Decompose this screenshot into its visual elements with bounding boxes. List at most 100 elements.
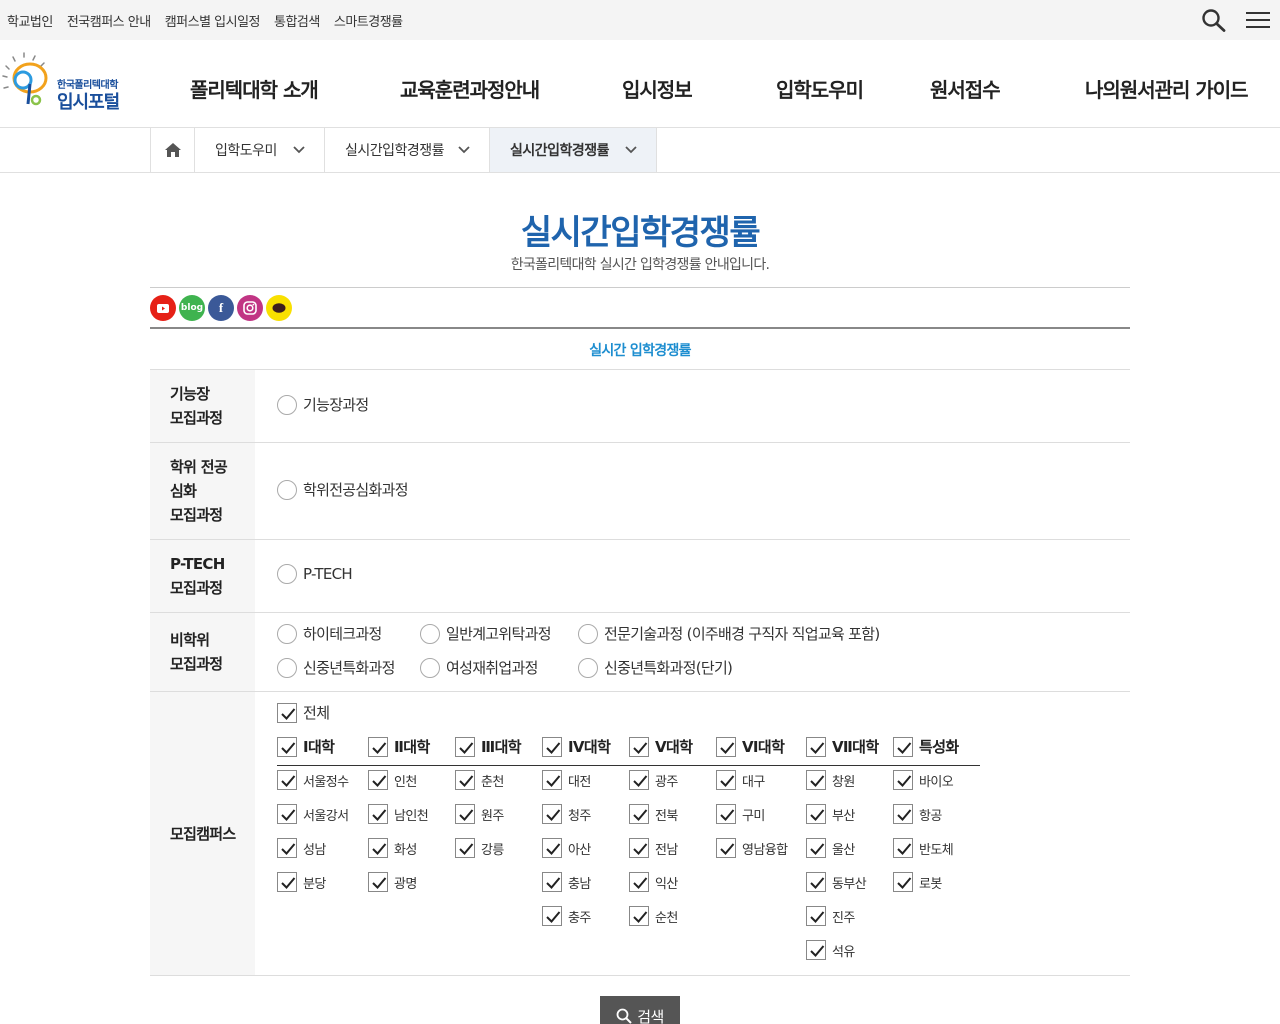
- checkbox-checked-icon: [368, 736, 388, 757]
- checkbox-all-campus[interactable]: 전체: [277, 702, 330, 723]
- checkbox-campus[interactable]: 익산: [629, 872, 678, 892]
- checkbox-campus[interactable]: 진주: [806, 906, 855, 926]
- radio-hightech[interactable]: 하이테크과정: [277, 623, 382, 644]
- checkbox-campus[interactable]: 대전: [542, 770, 591, 790]
- checkbox-campus[interactable]: 광주: [629, 770, 678, 790]
- checkbox-group-5[interactable]: Ⅴ대학: [629, 736, 693, 757]
- radio-master-course[interactable]: 기능장과정: [277, 394, 369, 415]
- checkbox-campus-label: 서울정수: [303, 774, 349, 790]
- checkbox-campus[interactable]: 화성: [368, 838, 417, 858]
- checkbox-campus[interactable]: 전남: [629, 838, 678, 858]
- radio-midlife-short[interactable]: 신중년특화과정(단기): [578, 657, 733, 678]
- checkbox-campus[interactable]: 청주: [542, 804, 591, 824]
- checkbox-campus[interactable]: 서울정수: [277, 770, 349, 790]
- checkbox-campus[interactable]: 부산: [806, 804, 855, 824]
- gnb-application[interactable]: 원서접수: [930, 74, 1001, 103]
- top-link-campus-guide[interactable]: 전국캠퍼스 안내: [67, 11, 151, 30]
- checkbox-campus[interactable]: 전북: [629, 804, 678, 824]
- checkbox-checked-icon: [368, 838, 388, 858]
- checkbox-campus[interactable]: 강릉: [455, 838, 504, 858]
- checkbox-group-6[interactable]: Ⅵ대학: [716, 736, 785, 757]
- search-icon[interactable]: [1201, 8, 1227, 32]
- checkbox-campus[interactable]: 광명: [368, 872, 417, 892]
- form-row-nondegree: 비학위 모집과정 하이테크과정 일반계고위탁과정 전문기술과정 (이주배경 구직자…: [150, 613, 1130, 692]
- checkbox-campus[interactable]: 대구: [716, 770, 765, 790]
- checkbox-campus[interactable]: 항공: [893, 804, 942, 824]
- radio-circle: [277, 394, 297, 415]
- checkbox-campus[interactable]: 아산: [542, 838, 591, 858]
- checkbox-campus-label: 광명: [394, 876, 417, 892]
- breadcrumb-depth2[interactable]: 실시간입학경쟁률: [325, 128, 490, 172]
- blog-icon-label: blog: [180, 303, 204, 313]
- checkbox-campus-label: 울산: [832, 842, 855, 858]
- form-row-ptech: P-TECH 모집과정 P-TECH: [150, 540, 1130, 613]
- checkbox-group-7[interactable]: Ⅶ대학: [806, 736, 879, 757]
- gnb-admission-info[interactable]: 입시정보: [622, 74, 693, 103]
- top-link-foundation[interactable]: 학교법인: [7, 11, 53, 30]
- checkbox-campus[interactable]: 구미: [716, 804, 765, 824]
- breadcrumb-depth3[interactable]: 실시간입학경쟁률: [490, 128, 657, 172]
- checkbox-group-2[interactable]: Ⅱ대학: [368, 736, 430, 757]
- checkbox-group-4[interactable]: Ⅳ대학: [542, 736, 611, 757]
- top-link-integrated-search[interactable]: 통합검색: [274, 11, 320, 30]
- checkbox-checked-icon: [277, 770, 297, 790]
- checkbox-campus[interactable]: 원주: [455, 804, 504, 824]
- checkbox-campus[interactable]: 남인천: [368, 804, 429, 824]
- facebook-icon[interactable]: f: [208, 295, 234, 321]
- top-link-smart-rate[interactable]: 스마트경쟁률: [334, 11, 403, 30]
- top-link-campus-schedule[interactable]: 캠퍼스별 입시일정: [165, 11, 261, 30]
- checkbox-campus[interactable]: 울산: [806, 838, 855, 858]
- gnb-courses[interactable]: 교육훈련과정안내: [400, 74, 540, 103]
- site-logo[interactable]: 한국폴리텍대학 입시포털: [0, 48, 130, 114]
- breadcrumb-depth1[interactable]: 입학도우미: [195, 128, 325, 172]
- home-button[interactable]: [150, 128, 195, 172]
- blog-icon[interactable]: blog: [179, 295, 205, 321]
- checkbox-checked-icon: [455, 838, 475, 858]
- instagram-icon[interactable]: [237, 295, 263, 321]
- checkbox-campus[interactable]: 반도체: [893, 838, 954, 858]
- checkbox-campus[interactable]: 동부산: [806, 872, 867, 892]
- radio-highschool-consign[interactable]: 일반계고위탁과정: [420, 623, 552, 644]
- checkbox-campus-label: 영남융합: [742, 842, 788, 858]
- gnb-my-application-guide[interactable]: 나의원서관리 가이드: [1085, 74, 1249, 103]
- kakaostory-icon[interactable]: [266, 295, 292, 321]
- home-icon: [164, 143, 181, 157]
- hamburger-menu-icon[interactable]: [1246, 10, 1270, 30]
- radio-midlife[interactable]: 신중년특화과정: [277, 657, 395, 678]
- checkbox-campus[interactable]: 석유: [806, 940, 855, 960]
- checkbox-group-2-label: Ⅱ대학: [394, 738, 430, 756]
- checkbox-campus[interactable]: 충남: [542, 872, 591, 892]
- checkbox-campus[interactable]: 바이오: [893, 770, 954, 790]
- checkbox-group-8[interactable]: 특성화: [893, 736, 959, 757]
- checkbox-checked-icon: [455, 804, 475, 824]
- checkbox-checked-icon: [542, 804, 562, 824]
- checkbox-checked-icon: [542, 872, 562, 892]
- radio-degree-course[interactable]: 학위전공심화과정: [277, 479, 409, 500]
- checkbox-checked-icon: [629, 906, 649, 926]
- checkbox-campus[interactable]: 로봇: [893, 872, 942, 892]
- radio-circle: [277, 479, 297, 500]
- checkbox-campus[interactable]: 성남: [277, 838, 326, 858]
- radio-professional-tech[interactable]: 전문기술과정 (이주배경 구직자 직업교육 포함): [578, 623, 880, 644]
- radio-circle: [277, 623, 297, 644]
- group-header-underline: [277, 765, 980, 766]
- radio-circle: [578, 623, 598, 644]
- gnb-about[interactable]: 폴리텍대학 소개: [190, 74, 319, 103]
- checkbox-group-3[interactable]: Ⅲ대학: [455, 736, 522, 757]
- gnb-admission-help[interactable]: 입학도우미: [776, 74, 864, 103]
- radio-ptech[interactable]: P-TECH: [277, 564, 353, 584]
- search-button[interactable]: 검색: [600, 996, 680, 1024]
- checkbox-campus[interactable]: 분당: [277, 872, 326, 892]
- checkbox-campus[interactable]: 순천: [629, 906, 678, 926]
- checkbox-campus[interactable]: 서울강서: [277, 804, 349, 824]
- checkbox-campus[interactable]: 영남융합: [716, 838, 788, 858]
- checkbox-campus[interactable]: 춘천: [455, 770, 504, 790]
- checkbox-group-1[interactable]: Ⅰ대학: [277, 736, 335, 757]
- checkbox-campus[interactable]: 창원: [806, 770, 855, 790]
- checkbox-campus[interactable]: 충주: [542, 906, 591, 926]
- row-label-ptech: P-TECH 모집과정: [150, 540, 255, 612]
- checkbox-campus[interactable]: 인천: [368, 770, 417, 790]
- radio-women-reemploy[interactable]: 여성재취업과정: [420, 657, 538, 678]
- radio-circle: [277, 657, 297, 678]
- youtube-icon[interactable]: [150, 295, 176, 321]
